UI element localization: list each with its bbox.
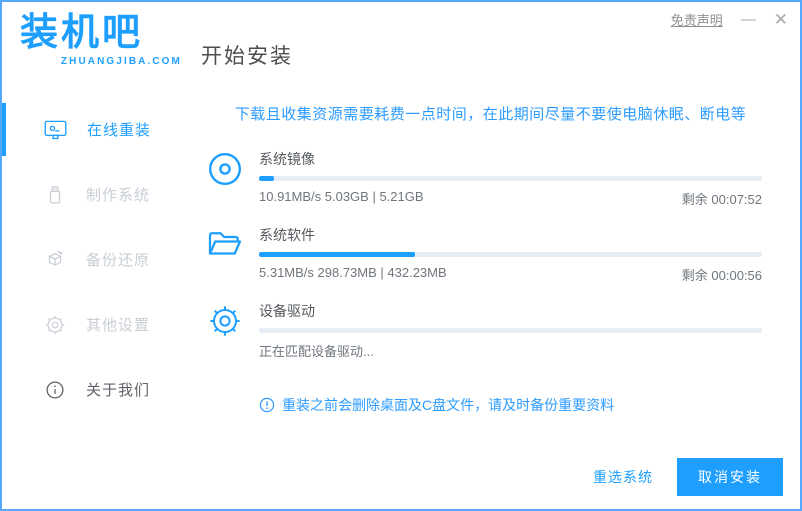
- task-status: 正在匹配设备驱动...: [259, 344, 374, 359]
- info-icon: [46, 380, 64, 399]
- monitor-reinstall-icon: [44, 120, 67, 139]
- active-indicator: [2, 103, 6, 156]
- progress-bar: [259, 252, 762, 257]
- task-row-device-driver: 设备驱动 正在匹配设备驱动...: [207, 301, 762, 360]
- sidebar-item-label: 制作系统: [86, 187, 151, 204]
- sidebar-item-backup-restore[interactable]: 备份还原: [2, 227, 187, 292]
- task-label: 系统镜像: [259, 151, 315, 167]
- app-logo: 装机吧 ZHUANGJIBA.COM: [20, 12, 182, 67]
- task-remaining: 剩余 00:00:56: [681, 268, 762, 283]
- progress-fill: [259, 252, 415, 257]
- task-row-system-software: 系统软件 5.31MB/s 298.73MB | 432.23MB 剩余 00:…: [207, 225, 762, 284]
- sidebar-item-make-system[interactable]: 制作系统: [2, 162, 187, 227]
- task-list: 系统镜像 10.91MB/s 5.03GB | 5.21GB 剩余 00:07:…: [207, 149, 762, 377]
- usb-drive-icon: [49, 185, 61, 204]
- sidebar-item-label: 其他设置: [86, 317, 151, 334]
- sidebar-item-label: 关于我们: [86, 382, 151, 399]
- sidebar-item-label: 备份还原: [86, 252, 151, 269]
- sidebar-item-about-us[interactable]: 关于我们: [2, 357, 187, 422]
- disclaimer-link[interactable]: 免责声明: [671, 10, 723, 29]
- minimize-icon[interactable]: —: [741, 12, 756, 27]
- sidebar-item-online-reinstall[interactable]: 在线重装: [2, 97, 187, 162]
- task-label: 设备驱动: [259, 303, 315, 319]
- progress-bar: [259, 176, 762, 181]
- sidebar-item-label: 在线重装: [87, 122, 152, 139]
- titlebar-controls: 免责声明 — ✕: [671, 10, 788, 29]
- progress-fill: [259, 176, 275, 181]
- page-title: 开始安装: [201, 45, 293, 68]
- disc-icon: [208, 152, 242, 186]
- gear-icon: [210, 306, 240, 336]
- backup-note: 重装之前会删除桌面及C盘文件，请及时备份重要资料: [259, 395, 614, 415]
- gear-icon: [45, 315, 65, 334]
- warning-text: 下载且收集资源需要耗费一点时间，在此期间尽量不要使电脑休眠、断电等: [234, 106, 747, 123]
- folder-icon: [208, 232, 242, 255]
- close-icon[interactable]: ✕: [774, 11, 788, 28]
- progress-bar: [259, 328, 762, 333]
- cancel-install-button[interactable]: 取消安装: [677, 458, 783, 496]
- note-text: 重装之前会删除桌面及C盘文件，请及时备份重要资料: [282, 397, 615, 413]
- logo-domain: ZHUANGJIBA.COM: [60, 55, 182, 67]
- task-stats: 10.91MB/s 5.03GB | 5.21GB: [259, 189, 424, 204]
- logo-text: 装机吧: [20, 12, 144, 54]
- alert-circle-icon: [259, 397, 275, 413]
- sidebar-item-other-settings[interactable]: 其他设置: [2, 292, 187, 357]
- reselect-system-button[interactable]: 重选系统: [593, 467, 653, 487]
- backup-restore-icon: [48, 250, 63, 266]
- task-remaining: 剩余 00:07:52: [681, 192, 762, 207]
- task-stats: 5.31MB/s 298.73MB | 432.23MB: [259, 265, 447, 280]
- app-window: 免责声明 — ✕ 装机吧 ZHUANGJIBA.COM 开始安装 在线重装 制作…: [0, 0, 802, 511]
- task-label: 系统软件: [259, 227, 315, 243]
- task-row-system-image: 系统镜像 10.91MB/s 5.03GB | 5.21GB 剩余 00:07:…: [207, 149, 762, 208]
- sidebar: 在线重装 制作系统 备份还原 其他设置 关于我们: [2, 97, 187, 422]
- footer-actions: 重选系统 取消安装: [593, 458, 783, 496]
